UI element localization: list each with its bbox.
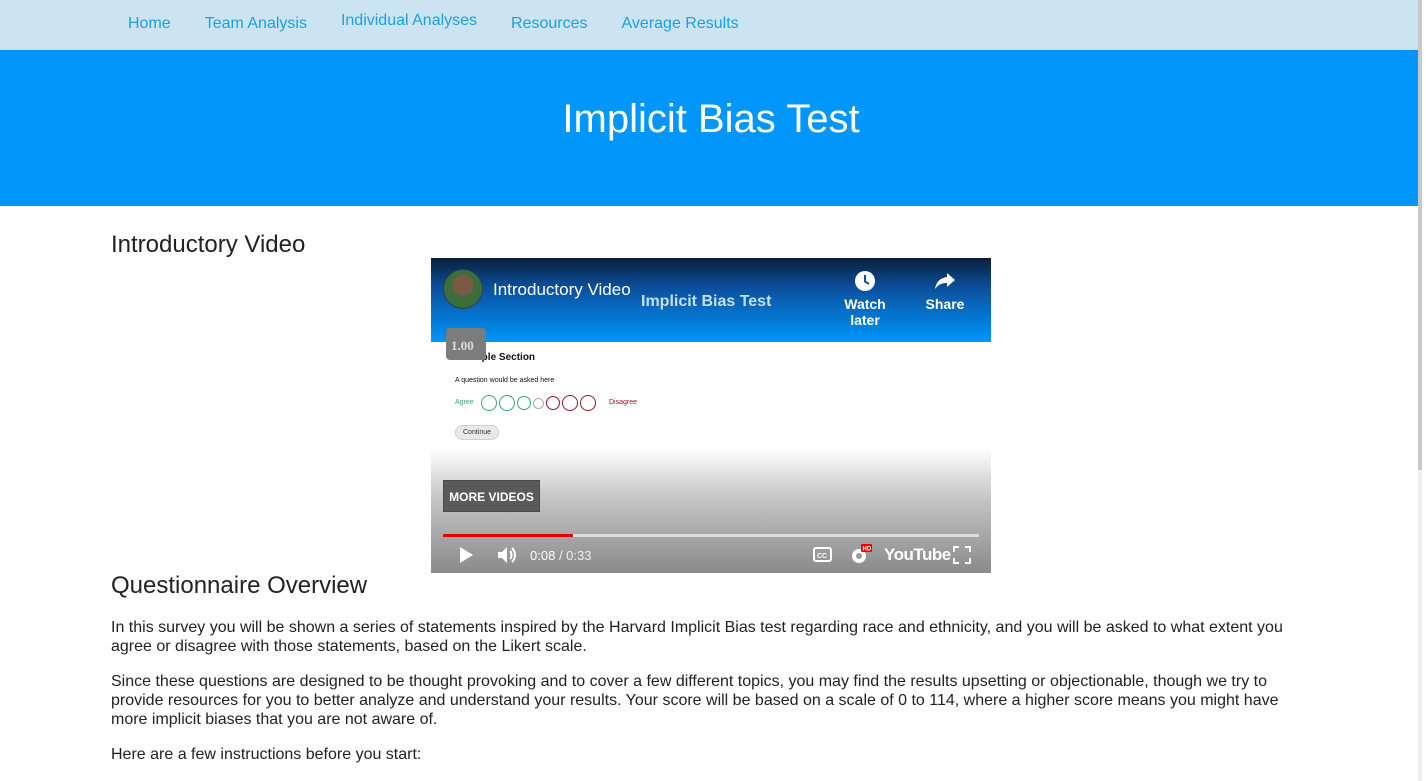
overview-paragraph: In this survey you will be shown a serie…	[111, 619, 1283, 655]
scrollbar-thumb[interactable]	[1418, 0, 1422, 470]
overview-paragraph: Here are a few instructions before you s…	[111, 746, 422, 763]
nav-team-analysis[interactable]: Team Analysis	[188, 0, 324, 33]
slide-agree-label: Agree	[455, 399, 474, 406]
captions-icon[interactable]: CC	[813, 547, 832, 562]
likert-circle	[533, 398, 544, 409]
watch-later-label: Watch later	[844, 296, 886, 328]
video-player[interactable]: Introductory Video Implicit Bias Test Wa…	[431, 258, 991, 573]
page: Home Team Analysis Individual Analyses R…	[0, 0, 1422, 781]
nav-home[interactable]: Home	[111, 0, 188, 33]
page-scrollbar[interactable]	[1418, 0, 1422, 781]
slide-question: A question would be asked here	[455, 377, 555, 384]
video-title[interactable]: Introductory Video	[493, 280, 631, 300]
overview-paragraph: Since these questions are designed to be…	[111, 673, 1279, 728]
more-videos-button[interactable]: MORE VIDEOS	[443, 480, 540, 512]
intro-video-heading: Introductory Video	[111, 231, 306, 258]
nav-resources[interactable]: Resources	[494, 0, 604, 33]
share-button[interactable]: Share	[923, 270, 967, 312]
svg-text:HD: HD	[863, 547, 872, 553]
current-time: 0:08	[530, 548, 556, 563]
page-title: Implicit Bias Test	[562, 97, 860, 141]
nav-average-results[interactable]: Average Results	[605, 0, 756, 33]
volume-icon[interactable]	[496, 545, 518, 565]
nav-individual-analyses[interactable]: Individual Analyses	[324, 0, 494, 30]
watch-later-button[interactable]: Watch later	[829, 270, 901, 328]
video-overlay-title: Implicit Bias Test	[641, 293, 772, 310]
control-bar: 0:08 / 0:33 CC HD YouTube	[431, 544, 991, 566]
clock-icon	[855, 271, 875, 291]
hero-banner: Implicit Bias Test	[0, 50, 1422, 206]
likert-circle	[580, 395, 596, 411]
fullscreen-icon[interactable]	[953, 546, 971, 564]
top-nav: Home Team Analysis Individual Analyses R…	[0, 0, 1422, 50]
time-display: 0:08 / 0:33	[530, 548, 591, 563]
duration: / 0:33	[558, 548, 592, 563]
questionnaire-overview-heading: Questionnaire Overview	[111, 572, 368, 599]
likert-circle	[517, 396, 531, 410]
progress-fill	[443, 534, 573, 537]
likert-scale	[481, 395, 596, 411]
share-label: Share	[925, 296, 965, 312]
speed-badge: 1.00	[446, 328, 486, 360]
svg-text:CC: CC	[817, 553, 827, 560]
youtube-logo[interactable]: YouTube	[884, 545, 951, 565]
play-icon[interactable]	[458, 546, 474, 564]
settings-gear-icon[interactable]: HD	[849, 543, 873, 565]
progress-bar[interactable]	[443, 534, 979, 537]
slide-disagree-label: Disagree	[609, 399, 638, 406]
likert-circle	[546, 396, 560, 410]
slide-continue-button: Continue	[455, 425, 500, 440]
channel-avatar[interactable]	[443, 269, 483, 309]
likert-circle	[562, 395, 578, 411]
likert-circle	[499, 395, 515, 411]
share-arrow-icon	[935, 273, 955, 289]
likert-circle	[481, 395, 497, 411]
